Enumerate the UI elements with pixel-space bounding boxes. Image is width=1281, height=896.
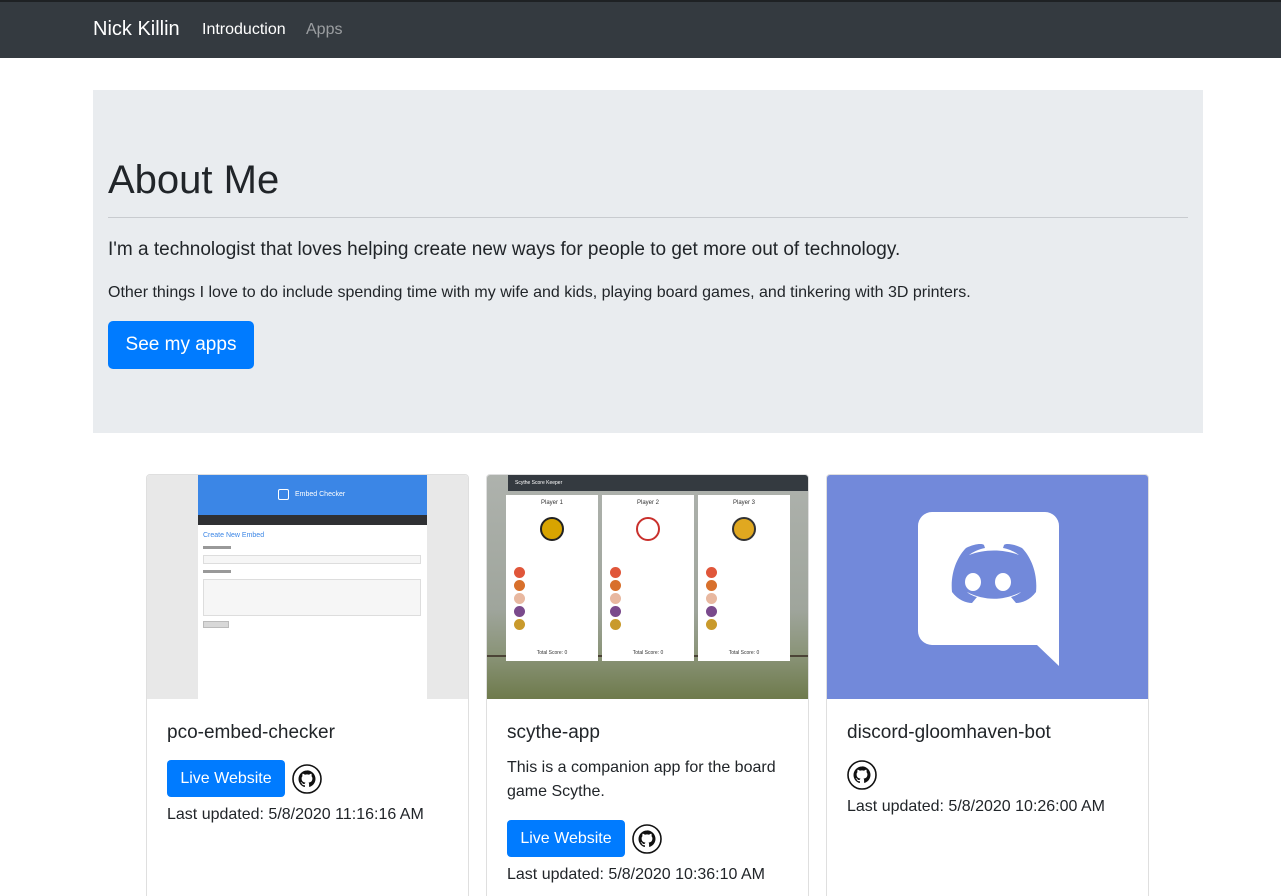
app-screenshot: Embed Checker Create New Embed: [147, 475, 468, 699]
app-screenshot: Scythe Score Keeper Player 1 Total Score…: [487, 475, 808, 699]
preview-header: Embed Checker: [295, 491, 346, 498]
app-card-pco-embed-checker: Embed Checker Create New Embed pco-embed…: [146, 474, 469, 896]
preview-player: Player 3: [732, 500, 755, 506]
divider: [108, 217, 1188, 218]
preview-total: Total Score: 0: [632, 650, 664, 656]
live-website-button[interactable]: Live Website: [167, 760, 285, 797]
preview-total: Total Score: 0: [728, 650, 760, 656]
discord-icon: [918, 512, 1059, 666]
live-website-button[interactable]: Live Website: [507, 820, 625, 857]
about-jumbotron: About Me I'm a technologist that loves h…: [93, 90, 1203, 433]
app-card-scythe-app: Scythe Score Keeper Player 1 Total Score…: [486, 474, 809, 896]
navbar-brand[interactable]: Nick Killin: [93, 18, 180, 41]
discord-logo-image: [827, 475, 1148, 699]
about-title: About Me: [108, 158, 280, 202]
about-lead: I'm a technologist that loves helping cr…: [108, 239, 901, 260]
github-icon[interactable]: [292, 764, 322, 794]
github-icon[interactable]: [632, 824, 662, 854]
last-updated: Last updated: 5/8/2020 10:36:10 AM: [507, 866, 765, 883]
preview-player: Player 1: [540, 500, 563, 506]
last-updated: Last updated: 5/8/2020 11:16:16 AM: [167, 806, 424, 823]
embed-logo-icon: [278, 489, 289, 500]
see-my-apps-button[interactable]: See my apps: [108, 321, 254, 369]
card-description: This is a companion app for the board ga…: [507, 759, 776, 800]
navbar: Nick Killin Introduction Apps: [0, 0, 1281, 58]
card-title: pco-embed-checker: [167, 722, 335, 743]
preview-header: Scythe Score Keeper: [515, 480, 563, 486]
about-text: Other things I love to do include spendi…: [108, 284, 971, 301]
last-updated: Last updated: 5/8/2020 10:26:00 AM: [847, 798, 1105, 815]
github-icon[interactable]: [847, 760, 877, 790]
card-title: discord-gloomhaven-bot: [847, 722, 1051, 743]
preview-total: Total Score: 0: [536, 650, 568, 656]
nav-link-apps[interactable]: Apps: [306, 21, 342, 39]
app-card-discord-gloomhaven-bot: discord-gloomhaven-bot Last updated: 5/8…: [826, 474, 1149, 896]
preview-player: Player 2: [636, 500, 659, 506]
preview-form-title: Create New Embed: [203, 532, 265, 539]
nav-link-introduction[interactable]: Introduction: [202, 21, 286, 39]
card-title: scythe-app: [507, 722, 600, 743]
